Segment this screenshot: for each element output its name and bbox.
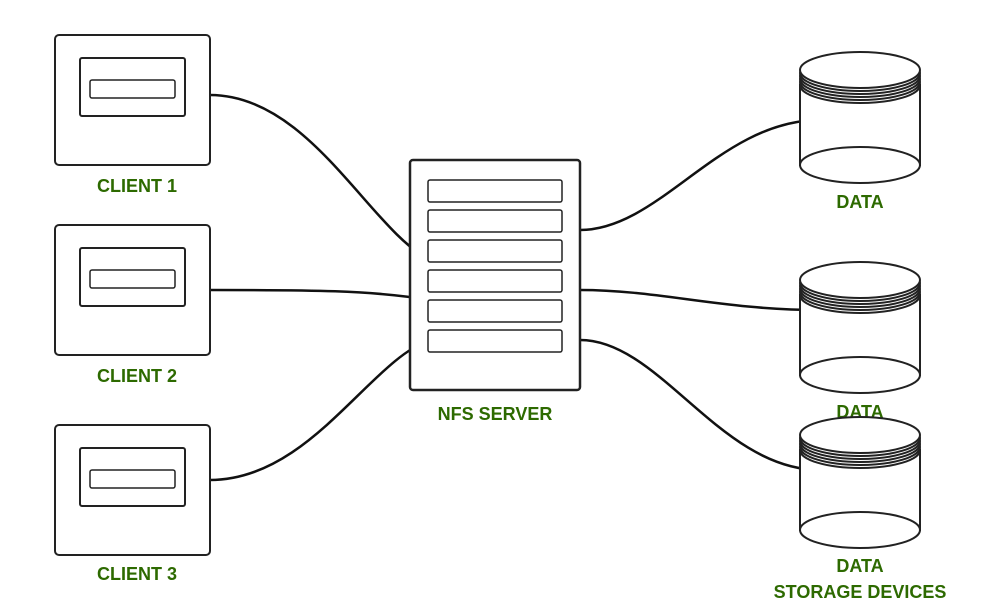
server-label: NFS SERVER [438, 404, 553, 424]
client2-icon [55, 225, 210, 355]
client1-icon [55, 35, 210, 165]
client3-label: CLIENT 3 [97, 564, 177, 584]
line-client3-server [210, 340, 430, 480]
data1-label: DATA [836, 192, 883, 212]
storage1-icon [800, 52, 920, 183]
storage2-icon [800, 262, 920, 393]
line-client2-server [210, 290, 430, 300]
storage3-icon [800, 417, 920, 548]
line-server-data3 [580, 340, 820, 470]
line-server-data2 [580, 290, 820, 310]
client3-icon [55, 425, 210, 555]
nfs-server-icon [410, 160, 580, 390]
client2-label: CLIENT 2 [97, 366, 177, 386]
client1-label: CLIENT 1 [97, 176, 177, 196]
line-server-data1 [580, 120, 820, 230]
line-client1-server [210, 95, 430, 260]
storage-devices-label: STORAGE DEVICES [774, 582, 947, 602]
data3-label: DATA [836, 556, 883, 576]
nfs-diagram: CLIENT 1 CLIENT 2 CLIENT 3 NFS SERVER [0, 0, 1006, 602]
